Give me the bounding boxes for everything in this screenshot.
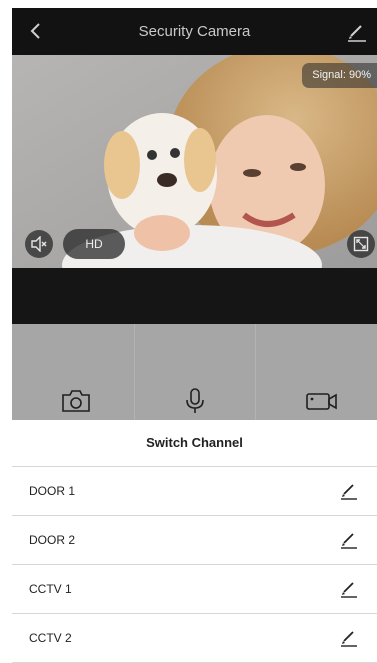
page-title: Security Camera [138, 23, 251, 40]
pencil-icon [348, 25, 366, 42]
edit-channel-button[interactable] [339, 481, 359, 501]
camera-controls [12, 324, 377, 420]
camera-icon [62, 390, 90, 412]
fullscreen-icon [353, 236, 369, 252]
microphone-icon [186, 388, 204, 413]
pencil-icon [341, 484, 357, 500]
channel-name: DOOR 2 [29, 533, 76, 547]
signal-strength-badge: Signal: 90% [302, 63, 377, 88]
edit-button[interactable] [345, 21, 369, 43]
channel-item-door-1[interactable]: DOOR 1 [12, 467, 377, 516]
record-button[interactable] [302, 386, 342, 416]
fullscreen-button[interactable] [347, 230, 375, 258]
channel-name: DOOR 1 [29, 484, 76, 498]
channel-item-cctv-1[interactable]: CCTV 1 [12, 565, 377, 614]
edit-channel-button[interactable] [339, 628, 359, 648]
hd-toggle-button[interactable]: HD [63, 229, 125, 259]
pencil-icon [341, 533, 357, 549]
top-bar: Security Camera [12, 8, 377, 55]
channel-name: CCTV 1 [29, 582, 72, 596]
channel-item-door-2[interactable]: DOOR 2 [12, 516, 377, 565]
divider [134, 324, 135, 420]
camera-feed[interactable]: Signal: 90% HD [12, 55, 377, 268]
video-record-icon [306, 393, 337, 410]
snapshot-button[interactable] [56, 386, 96, 416]
speaker-muted-icon [31, 236, 47, 252]
edit-channel-button[interactable] [339, 579, 359, 599]
switch-channel-heading: Switch Channel [12, 420, 377, 467]
talk-button[interactable] [175, 386, 215, 416]
mute-button[interactable] [25, 230, 53, 258]
edit-channel-button[interactable] [339, 530, 359, 550]
divider [255, 324, 256, 420]
pencil-icon [341, 582, 357, 598]
pencil-icon [341, 631, 357, 647]
channel-item-cctv-2[interactable]: CCTV 2 [12, 614, 377, 663]
channel-list: DOOR 1 DOOR 2 CCTV 1 CCTV 2 [12, 467, 377, 663]
video-letterbox [12, 268, 377, 324]
